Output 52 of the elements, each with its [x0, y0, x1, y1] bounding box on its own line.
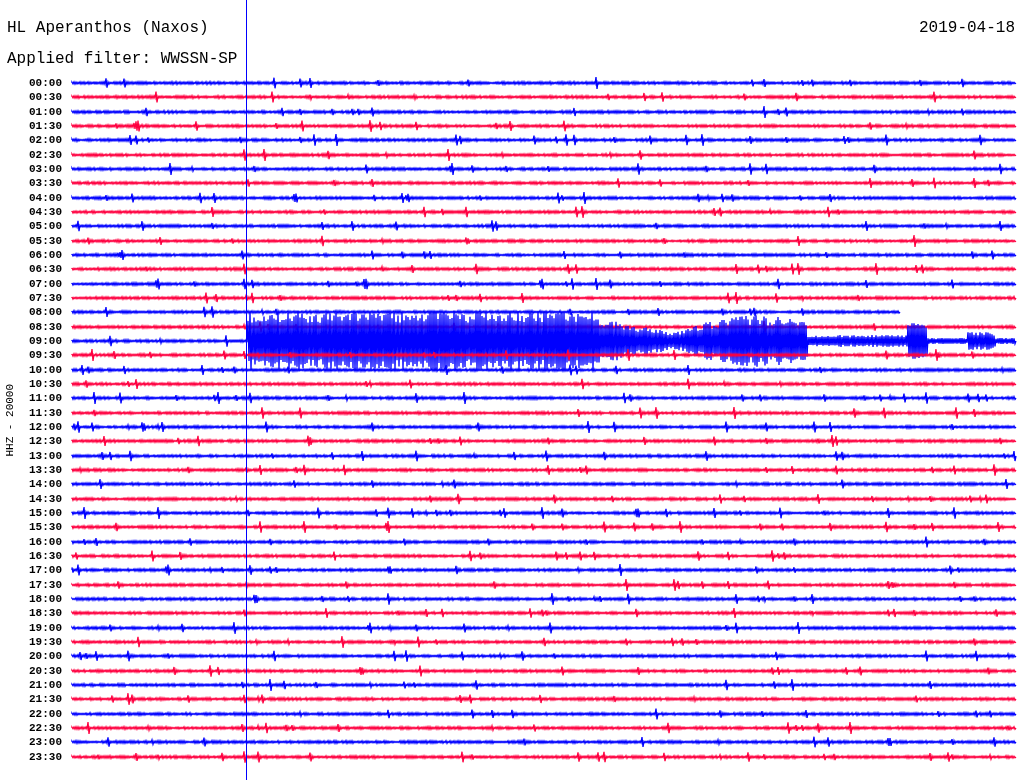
time-label: 15:30 — [28, 521, 62, 534]
time-label: 08:00 — [28, 306, 62, 319]
time-label: 20:00 — [28, 650, 62, 663]
time-label: 07:30 — [28, 292, 62, 305]
time-label: 10:30 — [28, 378, 62, 391]
filter-label: Applied filter: WWSSN-SP — [7, 50, 238, 68]
time-label: 03:30 — [28, 177, 62, 190]
time-label: 04:30 — [28, 206, 62, 219]
station-title: HL Aperanthos (Naxos) — [7, 18, 209, 38]
time-label: 13:30 — [28, 464, 62, 476]
time-label: 15:00 — [28, 507, 62, 519]
time-label: 23:30 — [28, 750, 62, 763]
time-label: 11:30 — [28, 406, 62, 419]
time-label: 00:30 — [28, 91, 62, 104]
time-label: 03:00 — [28, 163, 62, 176]
time-label: 09:30 — [28, 349, 62, 362]
time-label: 12:30 — [28, 435, 62, 448]
time-label: 05:00 — [28, 220, 62, 233]
time-label: 02:30 — [28, 148, 62, 161]
time-label: 01:30 — [28, 120, 62, 133]
time-label: 14:00 — [28, 478, 62, 491]
time-label: 19:30 — [28, 635, 62, 648]
time-label: 06:30 — [28, 263, 62, 276]
time-label: 01:00 — [28, 105, 62, 118]
time-label: 17:00 — [28, 564, 62, 577]
time-label: 07:00 — [28, 277, 62, 290]
channel-axis-label: HHZ - 20000 — [2, 383, 17, 457]
time-label: 18:30 — [28, 607, 62, 620]
time-label: 08:30 — [28, 320, 62, 333]
time-label: 21:30 — [28, 693, 62, 706]
time-label: 23:00 — [28, 736, 62, 749]
time-label: 00:00 — [28, 77, 62, 90]
time-label: 22:00 — [28, 707, 62, 720]
time-label: 20:30 — [28, 664, 62, 677]
time-label: 11:00 — [28, 392, 62, 405]
time-label: 14:30 — [28, 492, 62, 505]
time-label: 09:00 — [28, 335, 62, 348]
time-label: 16:30 — [28, 550, 62, 562]
time-label: 19:00 — [28, 621, 62, 634]
time-label: 12:00 — [28, 421, 62, 434]
time-label: 06:00 — [28, 249, 62, 262]
time-label: 21:00 — [28, 678, 62, 691]
time-label: 22:30 — [28, 721, 62, 734]
time-label: 13:00 — [28, 449, 62, 462]
date-label: 2019-04-18 — [919, 18, 1015, 38]
time-label: 04:00 — [28, 191, 62, 204]
time-label: 17:30 — [28, 578, 62, 591]
time-label: 18:00 — [28, 592, 62, 605]
time-label: 10:00 — [28, 363, 62, 376]
time-label: 02:00 — [28, 134, 62, 147]
time-label: 16:00 — [28, 535, 62, 548]
time-label: 05:30 — [28, 234, 62, 247]
